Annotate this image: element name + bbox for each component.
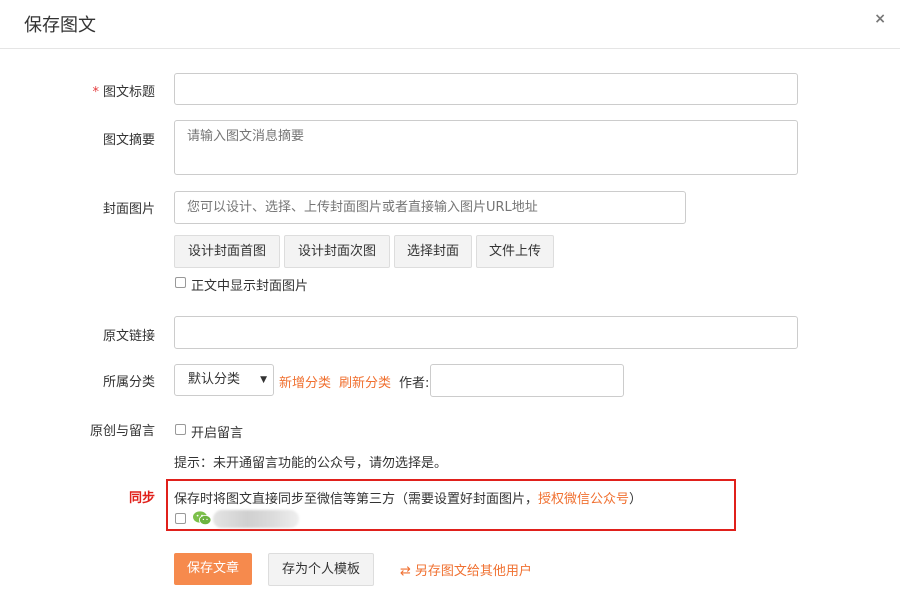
required-mark: * — [92, 85, 99, 100]
original-comment-label: 原创与留言 — [89, 424, 155, 439]
add-category-link[interactable]: 新增分类 — [279, 372, 331, 391]
comment-hint: 提示：未开通留言功能的公众号，请勿选择是。 — [174, 456, 448, 471]
source-link-label: 原文链接 — [102, 329, 155, 344]
category-label: 所属分类 — [102, 375, 155, 390]
sync-wechat-checkbox[interactable] — [175, 513, 186, 524]
design-cover-second-button[interactable]: 设计封面次图 — [284, 235, 390, 268]
sync-text-end: ） — [629, 492, 643, 507]
dropdown-arrow-icon: ▼ — [260, 375, 267, 385]
sync-label: 同步 — [128, 491, 155, 506]
wechat-icon — [193, 511, 212, 525]
enable-comment-label: 开启留言 — [191, 426, 244, 441]
author-label: 作者: — [399, 376, 430, 391]
dialog-header: 保存图文 × — [0, 0, 900, 49]
save-for-others-link[interactable]: ⇄ 另存图文给其他用户 — [400, 560, 532, 579]
cover-label: 封面图片 — [102, 202, 155, 217]
authorize-wechat-link[interactable]: 授权微信公众号 — [538, 492, 629, 507]
save-article-dialog: 保存图文 × *图文标题 图文摘要 封面图片 设计封面首图 设计封面次图 选择封… — [0, 0, 900, 614]
upload-file-button[interactable]: 文件上传 — [476, 235, 554, 268]
summary-textarea[interactable] — [174, 120, 798, 175]
show-cover-label: 正文中显示封面图片 — [191, 279, 309, 294]
design-cover-first-button[interactable]: 设计封面首图 — [174, 235, 280, 268]
save-for-others-text: 另存图文给其他用户 — [414, 564, 532, 579]
save-as-template-button[interactable]: 存为个人模板 — [268, 553, 374, 586]
source-link-input[interactable] — [174, 316, 798, 349]
save-article-button[interactable]: 保存文章 — [174, 553, 252, 585]
close-icon[interactable]: × — [874, 11, 886, 27]
enable-comment-checkbox[interactable] — [175, 424, 186, 435]
cover-url-input[interactable] — [174, 191, 686, 224]
sync-description: 保存时将图文直接同步至微信等第三方（需要设置好封面图片，授权微信公众号） — [174, 488, 642, 507]
select-cover-button[interactable]: 选择封面 — [394, 235, 472, 268]
title-input[interactable] — [174, 73, 798, 105]
refresh-category-link[interactable]: 刷新分类 — [339, 372, 391, 391]
sync-text: 保存时将图文直接同步至微信等第三方（需要设置好封面图片， — [174, 492, 539, 507]
show-cover-checkbox[interactable] — [175, 277, 186, 288]
dialog-title: 保存图文 — [24, 15, 96, 36]
title-label-text: 图文标题 — [102, 85, 155, 100]
blurred-account-name — [213, 510, 299, 528]
summary-label: 图文摘要 — [102, 133, 155, 148]
author-input[interactable] — [430, 364, 624, 397]
title-label: * 图文标题 — [25, 81, 155, 100]
exchange-icon: ⇄ — [400, 564, 411, 579]
category-select[interactable]: 默认分类 ▼ — [174, 364, 274, 396]
category-selected-value: 默认分类 — [188, 372, 241, 387]
